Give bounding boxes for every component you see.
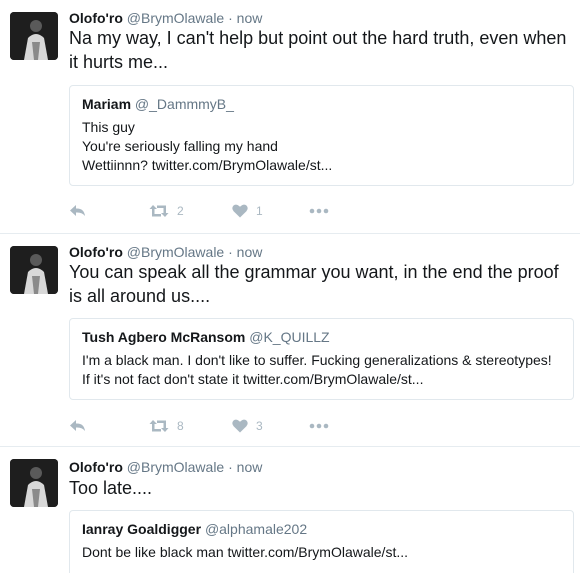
tweet-text: Too late.... <box>69 478 153 498</box>
quoted-tweet-line: This guy <box>82 119 135 135</box>
quoted-tweet[interactable]: Mariam @_DammmyB_ This guy You're seriou… <box>69 85 574 186</box>
quoted-tweet-header: Ianray Goaldigger @alphamale202 <box>82 521 561 537</box>
tweet-3[interactable]: Olofo'ro @BrymOlawale · now Too late....… <box>0 447 580 573</box>
tweet-header: Olofo'ro @BrymOlawale · now <box>69 244 262 260</box>
more-icon <box>309 208 329 214</box>
retweet-icon <box>149 205 169 217</box>
retweet-count: 2 <box>177 204 184 218</box>
quoted-tweet-line: If it's not fact don't state it twitter.… <box>82 371 424 387</box>
like-button[interactable]: 1 <box>232 201 263 221</box>
quoted-author-name: Tush Agbero McRansom <box>82 329 246 345</box>
tweet-actions: 2 1 <box>69 201 369 221</box>
tweet-text: Na my way, I can't help but point out th… <box>69 28 567 72</box>
retweet-button[interactable]: 2 <box>149 201 184 221</box>
tweet-2[interactable]: Olofo'ro @BrymOlawale · now You can spea… <box>0 234 580 447</box>
reply-icon <box>70 205 85 216</box>
like-count: 3 <box>256 419 263 433</box>
tweet-header: Olofo'ro @BrymOlawale · now <box>69 10 262 26</box>
reply-button[interactable] <box>69 416 87 436</box>
retweet-icon <box>149 420 169 432</box>
tweet-header: Olofo'ro @BrymOlawale · now <box>69 459 262 475</box>
quoted-tweet-header: Mariam @_DammmyB_ <box>82 96 561 112</box>
author-handle[interactable]: @BrymOlawale <box>127 459 224 475</box>
author-handle[interactable]: @BrymOlawale <box>127 10 224 26</box>
separator-dot: · <box>228 10 233 26</box>
reply-button[interactable] <box>69 201 87 221</box>
tweet-text: You can speak all the grammar you want, … <box>69 262 559 306</box>
timestamp[interactable]: now <box>237 459 263 475</box>
quoted-author-name: Ianray Goaldigger <box>82 521 202 537</box>
reply-icon <box>70 420 85 431</box>
author-handle[interactable]: @BrymOlawale <box>127 244 224 260</box>
author-name[interactable]: Olofo'ro <box>69 244 123 260</box>
quoted-tweet-line: Wettiinnn? twitter.com/BrymOlawale/st... <box>82 157 333 173</box>
heart-icon <box>232 419 248 433</box>
separator-dot: · <box>228 244 233 260</box>
heart-icon <box>232 204 248 218</box>
retweet-count: 8 <box>177 419 184 433</box>
more-icon <box>309 423 329 429</box>
quoted-tweet[interactable]: Ianray Goaldigger @alphamale202 Dont be … <box>69 510 574 573</box>
retweet-button[interactable]: 8 <box>149 416 184 436</box>
timestamp[interactable]: now <box>237 10 263 26</box>
quoted-tweet-header: Tush Agbero McRansom @K_QUILLZ <box>82 329 561 345</box>
like-count: 1 <box>256 204 263 218</box>
like-button[interactable]: 3 <box>232 416 263 436</box>
timestamp[interactable]: now <box>237 244 263 260</box>
quoted-author-handle: @K_QUILLZ <box>249 329 330 345</box>
separator-dot: · <box>228 459 233 475</box>
tweet-actions: 8 3 <box>69 416 369 436</box>
quoted-tweet-line: Dont be like black man twitter.com/BrymO… <box>82 544 408 560</box>
avatar[interactable] <box>10 246 58 294</box>
more-button[interactable] <box>309 201 329 221</box>
quoted-tweet-line: You're seriously falling my hand <box>82 138 278 154</box>
more-button[interactable] <box>309 416 329 436</box>
author-name[interactable]: Olofo'ro <box>69 10 123 26</box>
avatar[interactable] <box>10 12 58 60</box>
quoted-author-handle: @_DammmyB_ <box>134 96 234 112</box>
author-name[interactable]: Olofo'ro <box>69 459 123 475</box>
avatar[interactable] <box>10 459 58 507</box>
quoted-tweet-line: I'm a black man. I don't like to suffer.… <box>82 352 552 368</box>
quoted-author-handle: @alphamale202 <box>204 521 308 537</box>
tweet-1[interactable]: Olofo'ro @BrymOlawale · now Na my way, I… <box>0 0 580 234</box>
quoted-tweet[interactable]: Tush Agbero McRansom @K_QUILLZ I'm a bla… <box>69 318 574 400</box>
quoted-author-name: Mariam <box>82 96 132 112</box>
